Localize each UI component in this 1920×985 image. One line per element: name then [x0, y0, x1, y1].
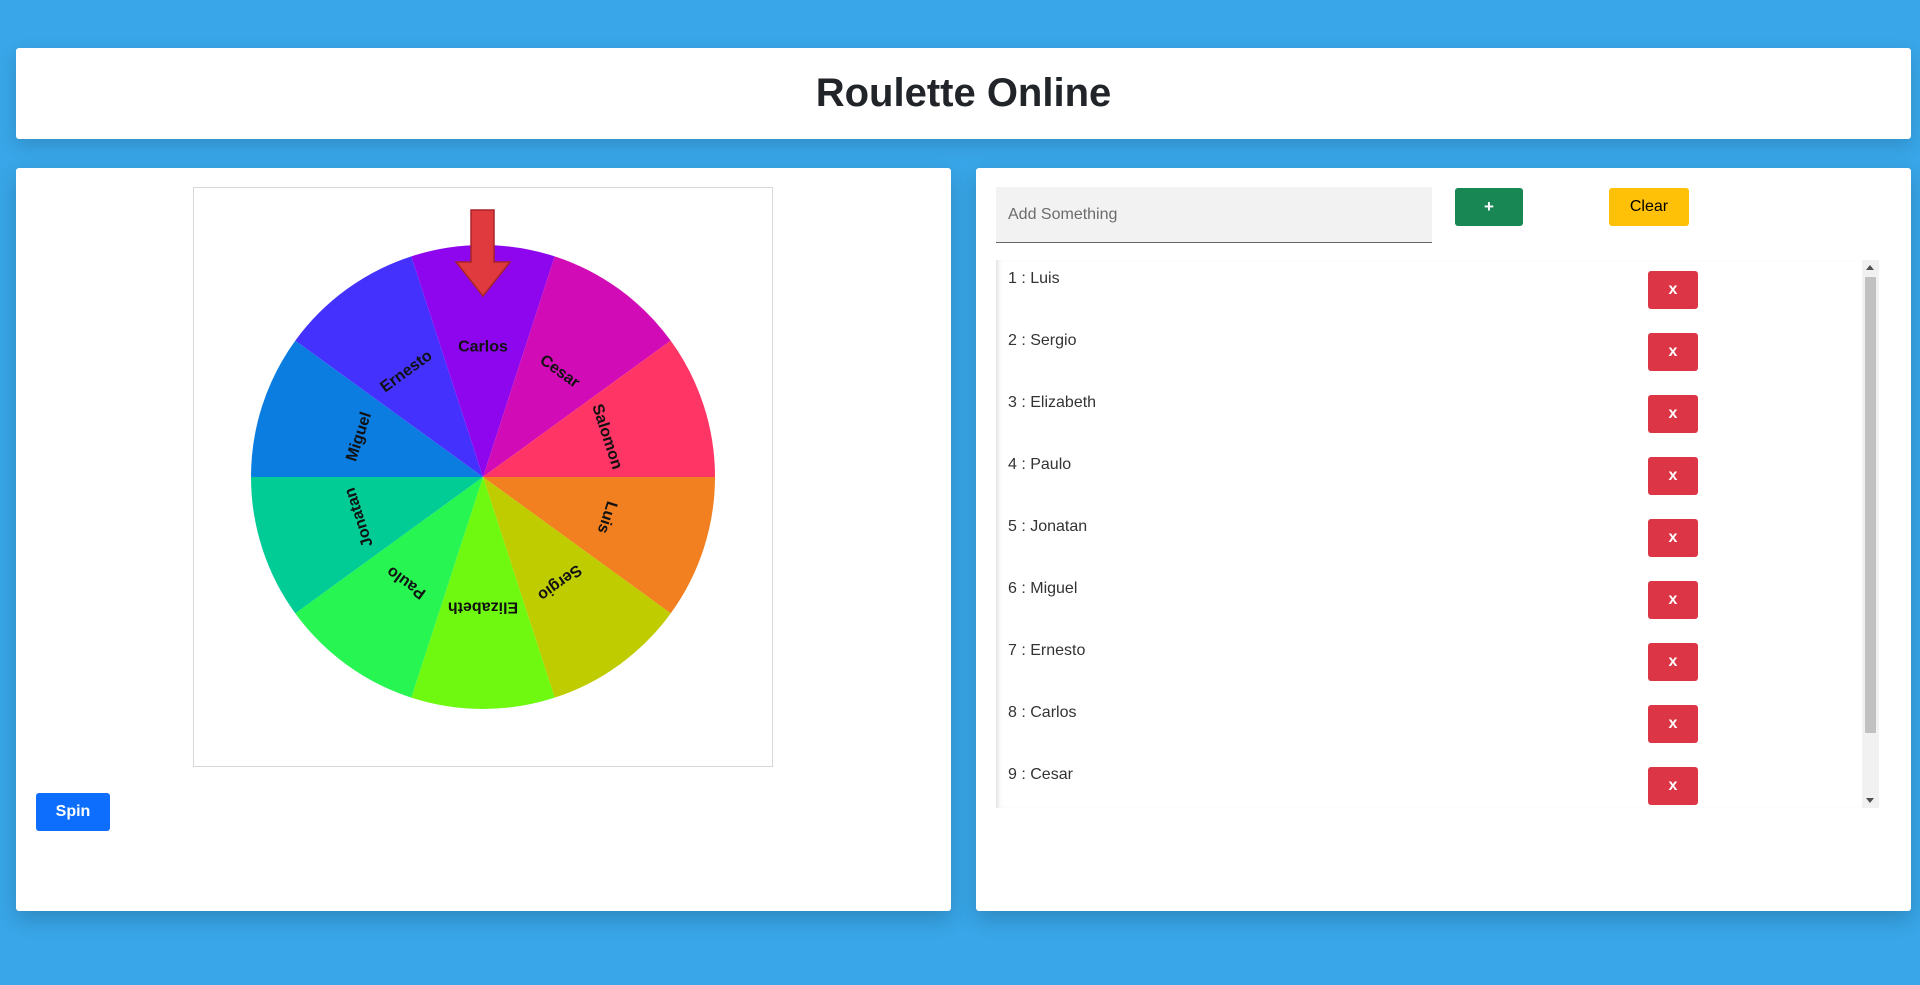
entry-label: 6 : Miguel [1008, 580, 1078, 597]
entries-panel: + Clear 1 : Luis x 2 : Sergio x 3 : Eliz… [976, 168, 1911, 911]
scroll-up-arrow-icon[interactable] [1866, 265, 1874, 270]
roulette-wheel: LuisSergioElizabethPauloJonatanMiguelErn… [251, 209, 715, 709]
delete-entry-button[interactable]: x [1648, 643, 1698, 681]
scroll-thumb[interactable] [1865, 277, 1876, 733]
scroll-down-arrow-icon[interactable] [1866, 798, 1874, 803]
delete-entry-button[interactable]: x [1648, 581, 1698, 619]
list-scrollbar[interactable] [1862, 260, 1879, 808]
add-button[interactable]: + [1455, 188, 1523, 226]
add-entry-input[interactable] [996, 187, 1432, 243]
wheel-panel: Luis Sergio Elizabeth Paulo Jonatan Miguel Ern… [16, 168, 951, 911]
delete-entry-button[interactable]: x [1648, 705, 1698, 743]
header: Roulette Online [16, 48, 1911, 139]
entry-label: 5 : Jonatan [1008, 518, 1088, 535]
page-title: Roulette Online [815, 71, 1112, 115]
list-item: 2 : Sergio x [996, 322, 1856, 384]
list-item: 1 : Luis x [996, 260, 1856, 322]
delete-entry-button[interactable]: x [1648, 519, 1698, 557]
entry-label: 1 : Luis [1008, 270, 1060, 287]
list-item: 7 : Ernesto x [996, 632, 1856, 694]
wheel-segment-label: Carlos [458, 338, 508, 355]
entry-label: 4 : Paulo [1008, 456, 1072, 473]
list-item: 3 : Elizabeth x [996, 384, 1856, 446]
entry-label: 8 : Carlos [1008, 704, 1077, 721]
entry-label: 3 : Elizabeth [1008, 394, 1097, 411]
delete-entry-button[interactable]: x [1648, 767, 1698, 805]
spin-button[interactable]: Spin [36, 793, 110, 831]
list-item: 9 : Cesar x [996, 756, 1856, 808]
entries-list: 1 : Luis x 2 : Sergio x 3 : Elizabeth x … [996, 260, 1879, 808]
entry-label: 2 : Sergio [1008, 332, 1077, 349]
delete-entry-button[interactable]: x [1648, 333, 1698, 371]
clear-button[interactable]: Clear [1609, 188, 1689, 226]
list-item: 4 : Paulo x [996, 446, 1856, 508]
delete-entry-button[interactable]: x [1648, 395, 1698, 433]
wheel-segment-label: Elizabeth [448, 599, 518, 616]
wheel-canvas: Luis Sergio Elizabeth Paulo Jonatan Miguel Ern… [193, 187, 773, 767]
entry-label: 9 : Cesar [1008, 766, 1073, 783]
delete-entry-button[interactable]: x [1648, 271, 1698, 309]
delete-entry-button[interactable]: x [1648, 457, 1698, 495]
entry-label: 7 : Ernesto [1008, 642, 1086, 659]
list-item: 5 : Jonatan x [996, 508, 1856, 570]
list-item: 6 : Miguel x [996, 570, 1856, 632]
list-item: 8 : Carlos x [996, 694, 1856, 756]
